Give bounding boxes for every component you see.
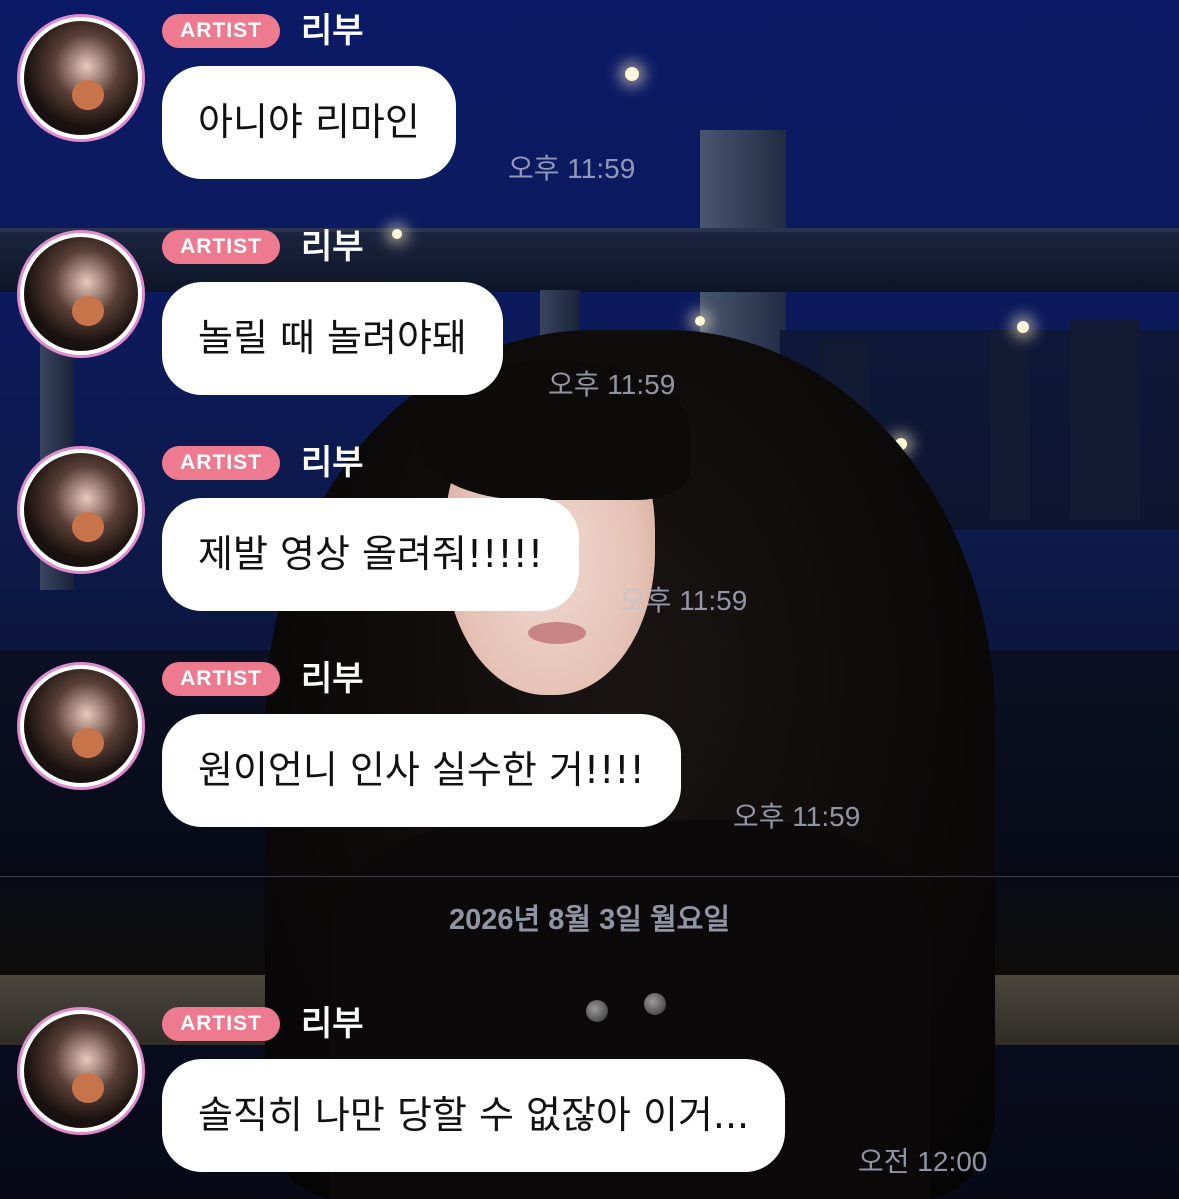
message-bubble[interactable]: 제발 영상 올려줘!!!!!	[162, 498, 580, 611]
profile-photo-icon	[24, 453, 138, 567]
message-bubble[interactable]: 솔직히 나만 당할 수 없잖아 이거...	[162, 1059, 786, 1172]
message-timestamp: 오후 11:59	[620, 585, 748, 616]
sender-name: 리부	[301, 1004, 364, 1044]
chat-thread: ARTIST 리부 아니야 리마인 오후 11:59 ARTIST 리부 놀릴 …	[0, 0, 1179, 1199]
message-timestamp: 오후 11:59	[548, 369, 676, 400]
message-timestamp: 오후 11:59	[733, 801, 861, 832]
message-timestamp: 오후 11:59	[508, 153, 636, 184]
sender-name: 리부	[301, 443, 364, 483]
sender-name: 리부	[301, 659, 364, 699]
artist-avatar[interactable]	[17, 1007, 145, 1135]
sender-name: 리부	[301, 227, 364, 267]
profile-photo-icon	[24, 669, 138, 783]
artist-badge: ARTIST	[162, 14, 280, 48]
date-separator: 2026년 8월 3일 월요일	[448, 904, 731, 936]
message-bubble[interactable]: 아니야 리마인	[162, 66, 456, 179]
artist-avatar[interactable]	[17, 14, 145, 142]
artist-badge: ARTIST	[162, 446, 280, 480]
message-bubble[interactable]: 원이언니 인사 실수한 거!!!!	[162, 714, 681, 827]
artist-badge: ARTIST	[162, 662, 280, 696]
message-timestamp: 오전 12:00	[858, 1146, 988, 1177]
profile-photo-icon	[24, 237, 138, 351]
sender-name: 리부	[301, 11, 364, 51]
profile-photo-icon	[24, 1014, 138, 1128]
artist-avatar[interactable]	[17, 446, 145, 574]
artist-badge: ARTIST	[162, 1007, 280, 1041]
artist-avatar[interactable]	[17, 230, 145, 358]
profile-photo-icon	[24, 21, 138, 135]
date-divider-line	[0, 876, 1179, 877]
artist-avatar[interactable]	[17, 662, 145, 790]
message-bubble[interactable]: 놀릴 때 놀려야돼	[162, 282, 503, 395]
artist-badge: ARTIST	[162, 230, 280, 264]
